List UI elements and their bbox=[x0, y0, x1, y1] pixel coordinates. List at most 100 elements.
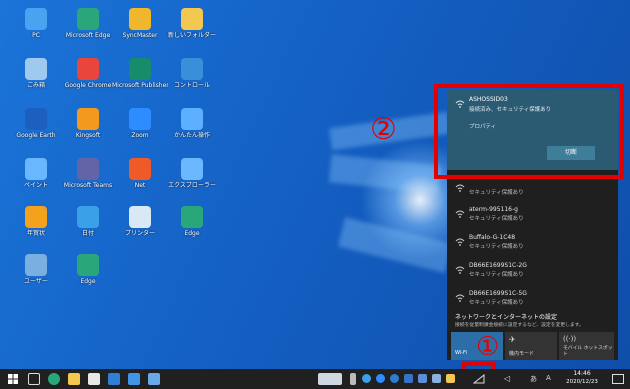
network-name: DB66E1699S1C-5G bbox=[469, 290, 527, 297]
tile-airplane[interactable]: ✈ 機内モード bbox=[505, 332, 557, 360]
desktop-icon-label: Microsoft Teams bbox=[63, 182, 113, 189]
hotspot-icon: ((·)) bbox=[563, 335, 577, 343]
desktop-icon[interactable]: ペイント bbox=[8, 158, 64, 189]
desktop-icon[interactable]: コントロール bbox=[164, 58, 220, 89]
tile-airplane-label: 機内モード bbox=[509, 351, 535, 357]
control-panel-icon bbox=[181, 58, 203, 80]
tray-app-9-icon[interactable] bbox=[446, 374, 455, 383]
desktop-icon[interactable]: Edge bbox=[60, 254, 116, 285]
desktop-icon[interactable]: Google Earth bbox=[8, 108, 64, 139]
network-settings-desc: 接続を従量制課金接続に設定するなど、設定を変更します。 bbox=[455, 323, 584, 328]
desktop-icon-label: SyncMaster bbox=[122, 32, 158, 39]
desktop-icon[interactable]: プリンター bbox=[112, 206, 168, 237]
tile-wifi-label: Wi-Fi bbox=[455, 350, 467, 356]
desktop-icon[interactable]: Microsoft Teams bbox=[60, 158, 116, 189]
tray-app-3-icon[interactable] bbox=[362, 374, 371, 383]
tray-app-7-icon[interactable] bbox=[418, 374, 427, 383]
zoom-icon bbox=[129, 108, 151, 130]
tray-app-2-icon[interactable] bbox=[350, 373, 356, 385]
taskbar: ◁ あ A 14:46 2020/12/23 bbox=[0, 369, 630, 389]
taskbar-app-icon[interactable] bbox=[148, 373, 160, 385]
desktop-icon[interactable]: Google Chrome bbox=[60, 58, 116, 89]
desktop-icon-label: ごみ箱 bbox=[26, 82, 45, 89]
annotation-one: ① bbox=[476, 332, 500, 362]
desktop-icon[interactable]: 新しいフォルダー bbox=[164, 8, 220, 39]
tray-wifi-button[interactable] bbox=[470, 371, 488, 387]
ease-icon bbox=[181, 108, 203, 130]
recycle-bin-icon bbox=[25, 58, 47, 80]
desktop-icon-label: 日付 bbox=[81, 230, 94, 237]
net-icon bbox=[129, 158, 151, 180]
network-name: Buffalo-G-1C48 bbox=[469, 234, 516, 241]
ime-mode[interactable]: A bbox=[546, 374, 551, 382]
desktop-icon-label: Edge bbox=[184, 230, 200, 237]
network-settings-link[interactable]: ネットワークとインターネットの設定 bbox=[455, 312, 557, 321]
desktop-icon[interactable]: ごみ箱 bbox=[8, 58, 64, 89]
tile-hotspot-label: モバイル ホットスポット bbox=[563, 346, 613, 357]
tray-app-1-icon[interactable] bbox=[318, 373, 342, 385]
clock[interactable]: 14:46 2020/12/23 bbox=[560, 370, 604, 386]
tray-app-8-icon[interactable] bbox=[432, 374, 441, 383]
network-security: セキュリティ保護あり bbox=[469, 244, 524, 250]
notification-icon[interactable] bbox=[612, 374, 624, 384]
network-list-item[interactable]: DB66E1699S1C-2G セキュリティ保護あり bbox=[447, 258, 618, 286]
desktop-icon-label: Kingsoft bbox=[75, 132, 101, 139]
taskbar-explorer-icon[interactable] bbox=[68, 373, 80, 385]
printer-icon bbox=[129, 206, 151, 228]
taskbar-photos-icon[interactable] bbox=[128, 373, 140, 385]
tile-hotspot[interactable]: ((·)) モバイル ホットスポット bbox=[559, 332, 614, 360]
desktop-icon[interactable]: PC bbox=[8, 8, 64, 39]
desktop-icon[interactable]: Net bbox=[112, 158, 168, 189]
desktop-icon[interactable]: 年賀状 bbox=[8, 206, 64, 237]
wifi-signal-icon bbox=[455, 184, 465, 192]
desktop-icon-label: Net bbox=[134, 182, 146, 189]
desktop-icon-label: プリンター bbox=[124, 230, 155, 237]
teams-icon bbox=[77, 158, 99, 180]
network-list-item[interactable]: セキュリティ保護あり bbox=[447, 176, 618, 204]
desktop-icon[interactable]: 日付 bbox=[60, 206, 116, 237]
folder-icon bbox=[181, 8, 203, 30]
ime-indicator[interactable]: あ bbox=[530, 374, 537, 384]
taskbar-edge-icon[interactable] bbox=[48, 373, 60, 385]
taskbar-store-icon[interactable] bbox=[88, 373, 100, 385]
volume-icon[interactable]: ◁ bbox=[504, 374, 510, 383]
wifi-signal-icon bbox=[455, 238, 465, 246]
taskbar-mail-icon[interactable] bbox=[108, 373, 120, 385]
nenga-icon bbox=[25, 206, 47, 228]
airplane-icon: ✈ bbox=[509, 335, 516, 344]
desktop-icon[interactable]: Zoom bbox=[112, 108, 168, 139]
desktop-icon[interactable]: Microsoft Publisher bbox=[112, 58, 168, 89]
desktop-icon[interactable]: Kingsoft bbox=[60, 108, 116, 139]
paint-icon bbox=[25, 158, 47, 180]
tray-app-5-icon[interactable] bbox=[390, 374, 399, 383]
edge2-icon bbox=[181, 206, 203, 228]
desktop-icon[interactable]: ユーザー bbox=[8, 254, 64, 285]
windows-logo-icon bbox=[8, 374, 18, 384]
desktop-icon[interactable]: SyncMaster bbox=[112, 8, 168, 39]
publisher-icon bbox=[129, 58, 151, 80]
network-list-item[interactable]: Buffalo-G-1C48 セキュリティ保護あり bbox=[447, 230, 618, 258]
network-security: セキュリティ保護あり bbox=[469, 216, 524, 222]
desktop-icon[interactable]: Microsoft Edge bbox=[60, 8, 116, 39]
desktop-icon-label: Zoom bbox=[131, 132, 149, 139]
network-list-item[interactable]: aterm-995116-g セキュリティ保護あり bbox=[447, 202, 618, 230]
desktop-icon[interactable]: かんたん操作 bbox=[164, 108, 220, 139]
desktop-icon[interactable]: エクスプローラー bbox=[164, 158, 220, 189]
desktop-icon-label: コントロール bbox=[173, 82, 210, 89]
highlight-box-network bbox=[434, 84, 624, 179]
network-name: DB66E1699S1C-2G bbox=[469, 262, 527, 269]
desktop-icon-label: Edge bbox=[80, 278, 96, 285]
wifi-signal-icon bbox=[455, 266, 465, 274]
desktop-icon-label: 新しいフォルダー bbox=[167, 32, 216, 39]
wifi-icon bbox=[473, 374, 485, 384]
desktop-icon-label: ペイント bbox=[23, 182, 48, 189]
task-view-icon[interactable] bbox=[28, 373, 40, 385]
tray-app-4-icon[interactable] bbox=[376, 374, 385, 383]
desktop-icon-label: 年賀状 bbox=[26, 230, 45, 237]
desktop-icon[interactable]: Edge bbox=[164, 206, 220, 237]
network-list-item[interactable]: DB66E1699S1C-5G セキュリティ保護あり bbox=[447, 286, 618, 314]
edge3-icon bbox=[77, 254, 99, 276]
tray-app-6-icon[interactable] bbox=[404, 374, 413, 383]
network-name: aterm-995116-g bbox=[469, 206, 518, 213]
start-button[interactable] bbox=[6, 372, 20, 386]
